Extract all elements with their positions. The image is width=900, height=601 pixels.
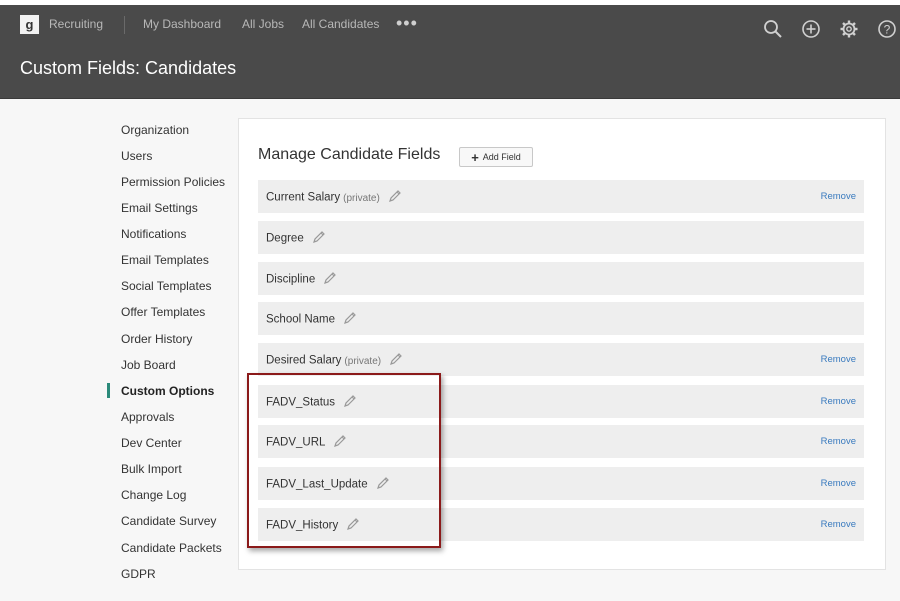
edit-pencil-icon[interactable] (312, 230, 326, 247)
field-row: Degree (258, 221, 864, 254)
field-row: Discipline (258, 262, 864, 295)
logo-icon[interactable]: g (20, 15, 39, 34)
remove-link[interactable]: Remove (821, 519, 856, 530)
edit-pencil-icon[interactable] (388, 189, 402, 206)
remove-link[interactable]: Remove (821, 396, 856, 407)
highlight-box (247, 373, 441, 548)
sidebar-item-users[interactable]: Users (121, 149, 152, 163)
sidebar-item-gdpr[interactable]: GDPR (121, 567, 156, 581)
sidebar-item-job-board[interactable]: Job Board (121, 358, 176, 372)
private-tag: (private) (344, 355, 382, 367)
field-row: Current Salary (private) Remove (258, 180, 864, 213)
sidebar-item-bulk-import[interactable]: Bulk Import (121, 462, 182, 476)
sidebar-item-change-log[interactable]: Change Log (121, 488, 186, 502)
sidebar-item-email-settings[interactable]: Email Settings (121, 201, 198, 215)
remove-link[interactable]: Remove (821, 436, 856, 447)
nav-all-candidates[interactable]: All Candidates (302, 17, 379, 31)
sidebar-item-candidate-packets[interactable]: Candidate Packets (121, 541, 222, 555)
sidebar-item-approvals[interactable]: Approvals (121, 410, 174, 424)
field-name: School Name (266, 311, 357, 328)
nav-divider (124, 16, 125, 34)
field-name: Discipline (266, 271, 337, 288)
field-name-text: Current Salary (266, 191, 341, 204)
sidebar-item-notifications[interactable]: Notifications (121, 227, 186, 241)
search-icon[interactable] (763, 19, 783, 39)
remove-link[interactable]: Remove (821, 191, 856, 202)
sidebar-item-organization[interactable]: Organization (121, 123, 189, 137)
field-name-text: School Name (266, 313, 336, 326)
edit-pencil-icon[interactable] (389, 352, 403, 369)
field-name-text: Degree (266, 232, 304, 245)
svg-text:?: ? (884, 23, 891, 37)
panel-title: Manage Candidate Fields (258, 146, 441, 163)
field-row: School Name (258, 302, 864, 335)
sidebar-item-custom-options[interactable]: Custom Options (121, 384, 214, 398)
active-indicator (107, 383, 110, 398)
nav-all-jobs[interactable]: All Jobs (242, 17, 284, 31)
edit-pencil-icon[interactable] (323, 271, 337, 288)
field-name: Desired Salary (private) (266, 352, 403, 369)
add-field-button[interactable]: + Add Field (459, 147, 533, 167)
plus-icon: + (471, 149, 479, 165)
remove-link[interactable]: Remove (821, 478, 856, 489)
sidebar-item-social-templates[interactable]: Social Templates (121, 279, 212, 293)
add-field-label: Add Field (482, 152, 521, 162)
app-header: g Recruiting My Dashboard All Jobs All C… (0, 5, 900, 99)
plus-circle-icon[interactable] (801, 19, 821, 39)
help-icon[interactable]: ? (877, 19, 897, 39)
gear-icon[interactable] (839, 19, 859, 39)
field-name: Degree (266, 230, 326, 247)
field-name-text: Desired Salary (266, 354, 342, 367)
product-name[interactable]: Recruiting (49, 17, 103, 31)
sidebar-item-email-templates[interactable]: Email Templates (121, 253, 209, 267)
edit-pencil-icon[interactable] (343, 311, 357, 328)
field-name-text: Discipline (266, 273, 316, 286)
sidebar-item-candidate-survey[interactable]: Candidate Survey (121, 514, 216, 528)
nav-my-dashboard[interactable]: My Dashboard (143, 17, 221, 31)
remove-link[interactable]: Remove (821, 354, 856, 365)
sidebar-item-permission-policies[interactable]: Permission Policies (121, 175, 225, 189)
private-tag: (private) (343, 192, 380, 204)
field-row: Desired Salary (private) Remove (258, 343, 864, 376)
page-title: Custom Fields: Candidates (20, 58, 237, 78)
more-menu-icon[interactable]: ••• (396, 13, 418, 34)
field-name: Current Salary (private) (266, 189, 402, 206)
sidebar-item-offer-templates[interactable]: Offer Templates (121, 305, 205, 319)
sidebar-item-order-history[interactable]: Order History (121, 332, 192, 346)
sidebar-item-dev-center[interactable]: Dev Center (121, 436, 182, 450)
